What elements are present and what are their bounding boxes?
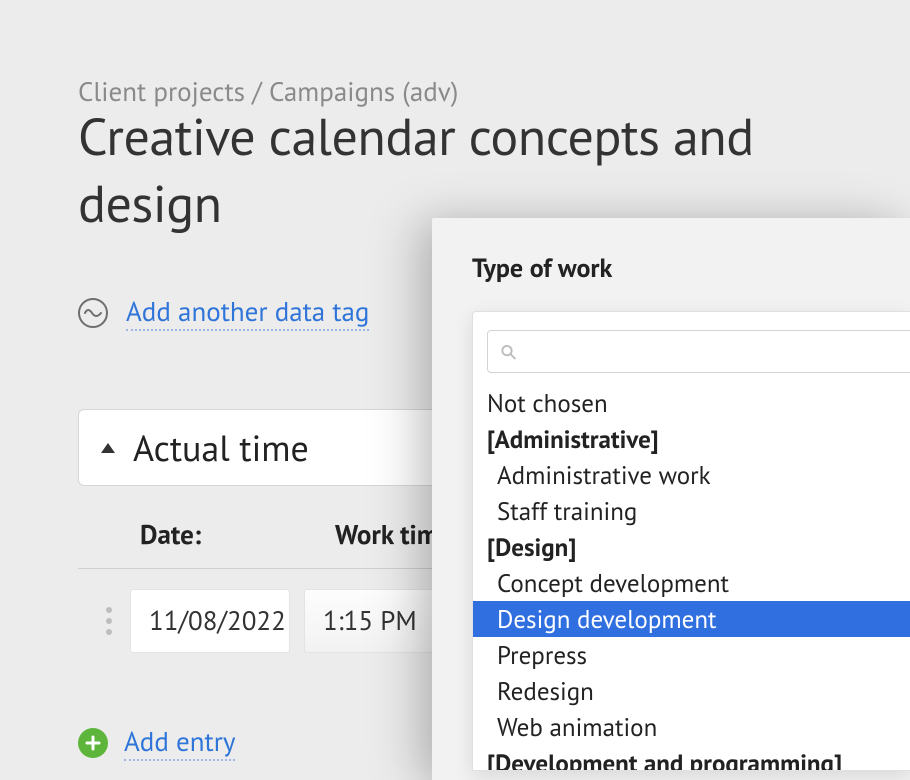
type-option[interactable]: Design development [473, 601, 910, 637]
type-option: [Development and programming] [473, 745, 910, 771]
collapse-icon [101, 443, 115, 453]
type-option[interactable]: Concept development [473, 565, 910, 601]
type-option[interactable]: Administrative work [473, 457, 910, 493]
type-option[interactable]: Prepress [473, 637, 910, 673]
tag-icon [78, 298, 108, 328]
add-entry-link[interactable]: Add entry [124, 725, 235, 761]
type-search-input[interactable] [527, 341, 898, 362]
column-header-date: Date: [140, 518, 305, 552]
type-options-list: Not chosen[Administrative]Administrative… [473, 381, 910, 771]
date-field[interactable]: 11/08/2022 [130, 589, 290, 653]
panel-title: Actual time [133, 424, 309, 471]
popup-title: Type of work [432, 218, 910, 285]
type-option: [Design] [473, 529, 910, 565]
page-title: Creative calendar concepts and design [78, 103, 910, 237]
search-icon [500, 343, 517, 361]
type-option[interactable]: Web animation [473, 709, 910, 745]
type-option[interactable]: Staff training [473, 493, 910, 529]
time-field[interactable]: 1:15 PM [304, 589, 444, 653]
drag-handle[interactable] [102, 603, 116, 639]
type-option[interactable]: Redesign [473, 673, 910, 709]
type-search-box[interactable] [487, 330, 910, 373]
type-of-work-popup: Type of work Not chosen[Administrative]A… [432, 218, 910, 780]
type-option: [Administrative] [473, 421, 910, 457]
add-data-tag-link[interactable]: Add another data tag [126, 295, 369, 331]
plus-icon [78, 728, 108, 758]
type-option[interactable]: Not chosen [473, 385, 910, 421]
